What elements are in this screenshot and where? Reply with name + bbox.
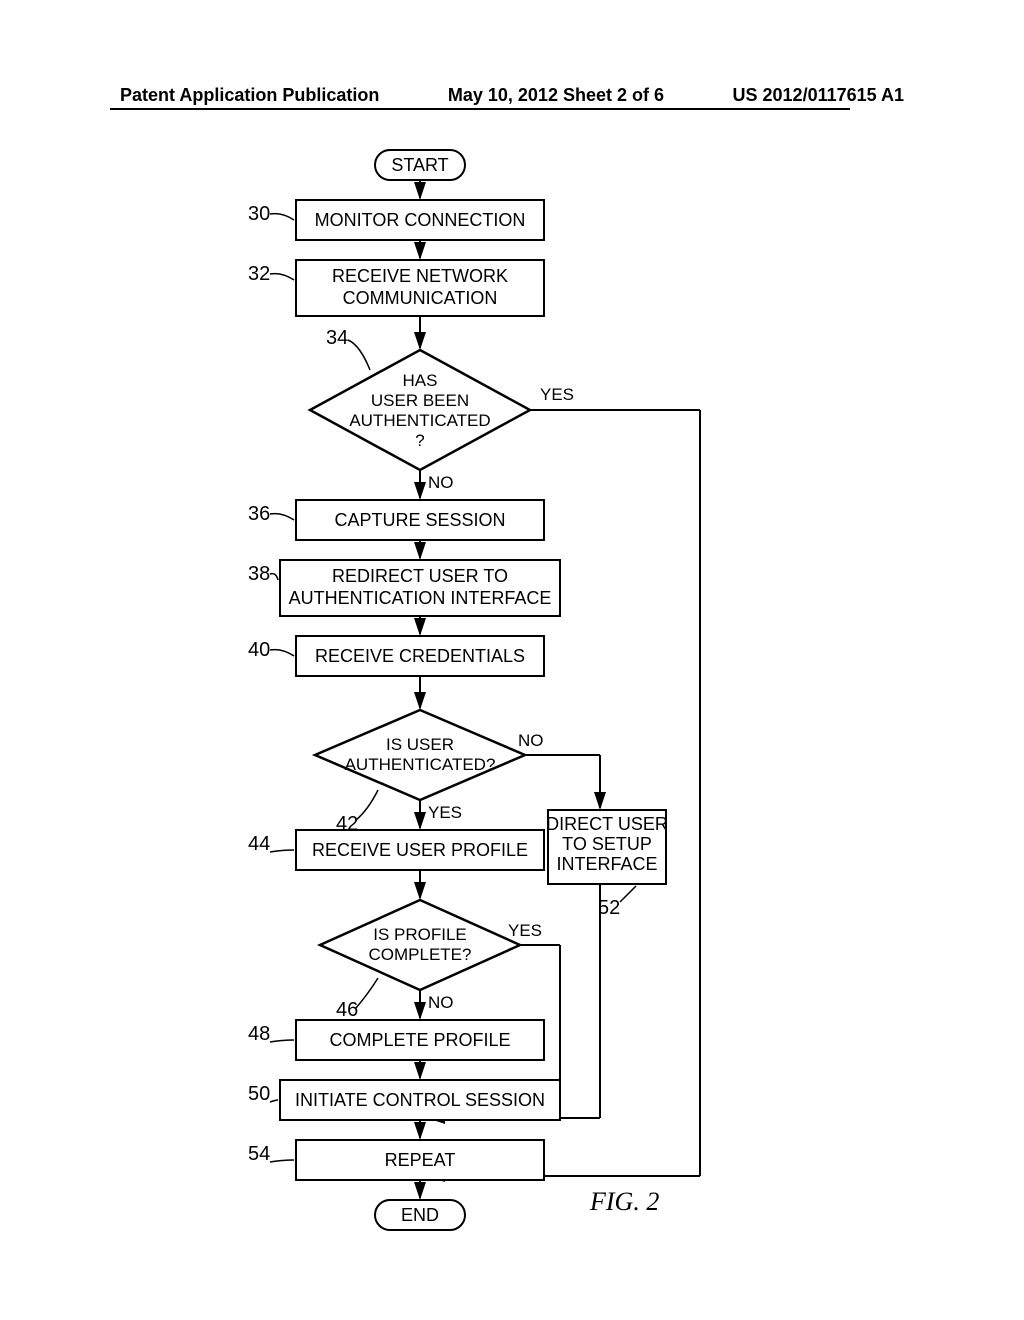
box-38-l2: AUTHENTICATION INTERFACE [289,588,552,608]
ref-40: 40 [248,639,270,661]
flowchart-svg: START MONITOR CONNECTION 30 RECEIVE NETW… [0,130,1024,1320]
box-50-label: INITIATE CONTROL SESSION [295,1090,545,1110]
d34-l1: HAS [403,371,438,390]
edge-no-42: NO [518,731,544,750]
d34-l3: AUTHENTICATED [349,411,490,430]
box-54-label: REPEAT [385,1150,456,1170]
box-36-label: CAPTURE SESSION [334,510,505,530]
header-rule [110,108,850,110]
edge-yes-42: YES [428,803,462,822]
leader [356,978,378,1008]
leader [270,850,294,852]
box-52-l3: INTERFACE [556,854,657,874]
box-32-l2: COMMUNICATION [343,288,498,308]
ref-46: 46 [336,999,358,1021]
leader [270,1040,294,1042]
edge-yes-46: YES [508,921,542,940]
leader [270,650,294,656]
leader [356,790,378,820]
leader [270,1100,278,1102]
edge-no-46: NO [428,993,454,1012]
header-right: US 2012/0117615 A1 [733,85,904,106]
leader [270,274,294,280]
ref-38: 38 [248,563,270,585]
ref-48: 48 [248,1023,270,1045]
leader [270,214,294,220]
page-header: Patent Application Publication May 10, 2… [0,85,1024,106]
d34-l2: USER BEEN [371,391,469,410]
edge-yes-34: YES [540,385,574,404]
ref-34: 34 [326,327,348,349]
leader [620,886,636,902]
leader [270,1160,294,1162]
d34-l4: ? [415,431,424,450]
header-left: Patent Application Publication [120,85,379,106]
ref-54: 54 [248,1143,270,1165]
leader [270,514,294,520]
d46-l2: COMPLETE? [369,945,472,964]
diamond-authenticated [310,350,530,470]
figure-label: FIG. 2 [589,1187,659,1216]
box-52-l1: DIRECT USER [546,814,668,834]
box-38-l1: REDIRECT USER TO [332,566,508,586]
box-52-l2: TO SETUP [562,834,652,854]
box-32-l1: RECEIVE NETWORK [332,266,508,286]
ref-50: 50 [248,1083,270,1105]
header-center: May 10, 2012 Sheet 2 of 6 [448,85,664,106]
box-44-label: RECEIVE USER PROFILE [312,840,528,860]
leader [348,340,370,370]
d42-l2: AUTHENTICATED? [345,755,496,774]
d46-l1: IS PROFILE [373,925,467,944]
ref-44: 44 [248,833,270,855]
ref-30: 30 [248,203,270,225]
ref-32: 32 [248,263,270,285]
edge-no-34: NO [428,473,454,492]
box-30-label: MONITOR CONNECTION [315,210,526,230]
d42-l1: IS USER [386,735,454,754]
ref-52: 52 [598,897,620,919]
terminal-start-label: START [391,155,448,175]
terminal-end-label: END [401,1205,439,1225]
box-48-label: COMPLETE PROFILE [329,1030,510,1050]
leader [270,574,278,580]
ref-36: 36 [248,503,270,525]
box-40-label: RECEIVE CREDENTIALS [315,646,525,666]
